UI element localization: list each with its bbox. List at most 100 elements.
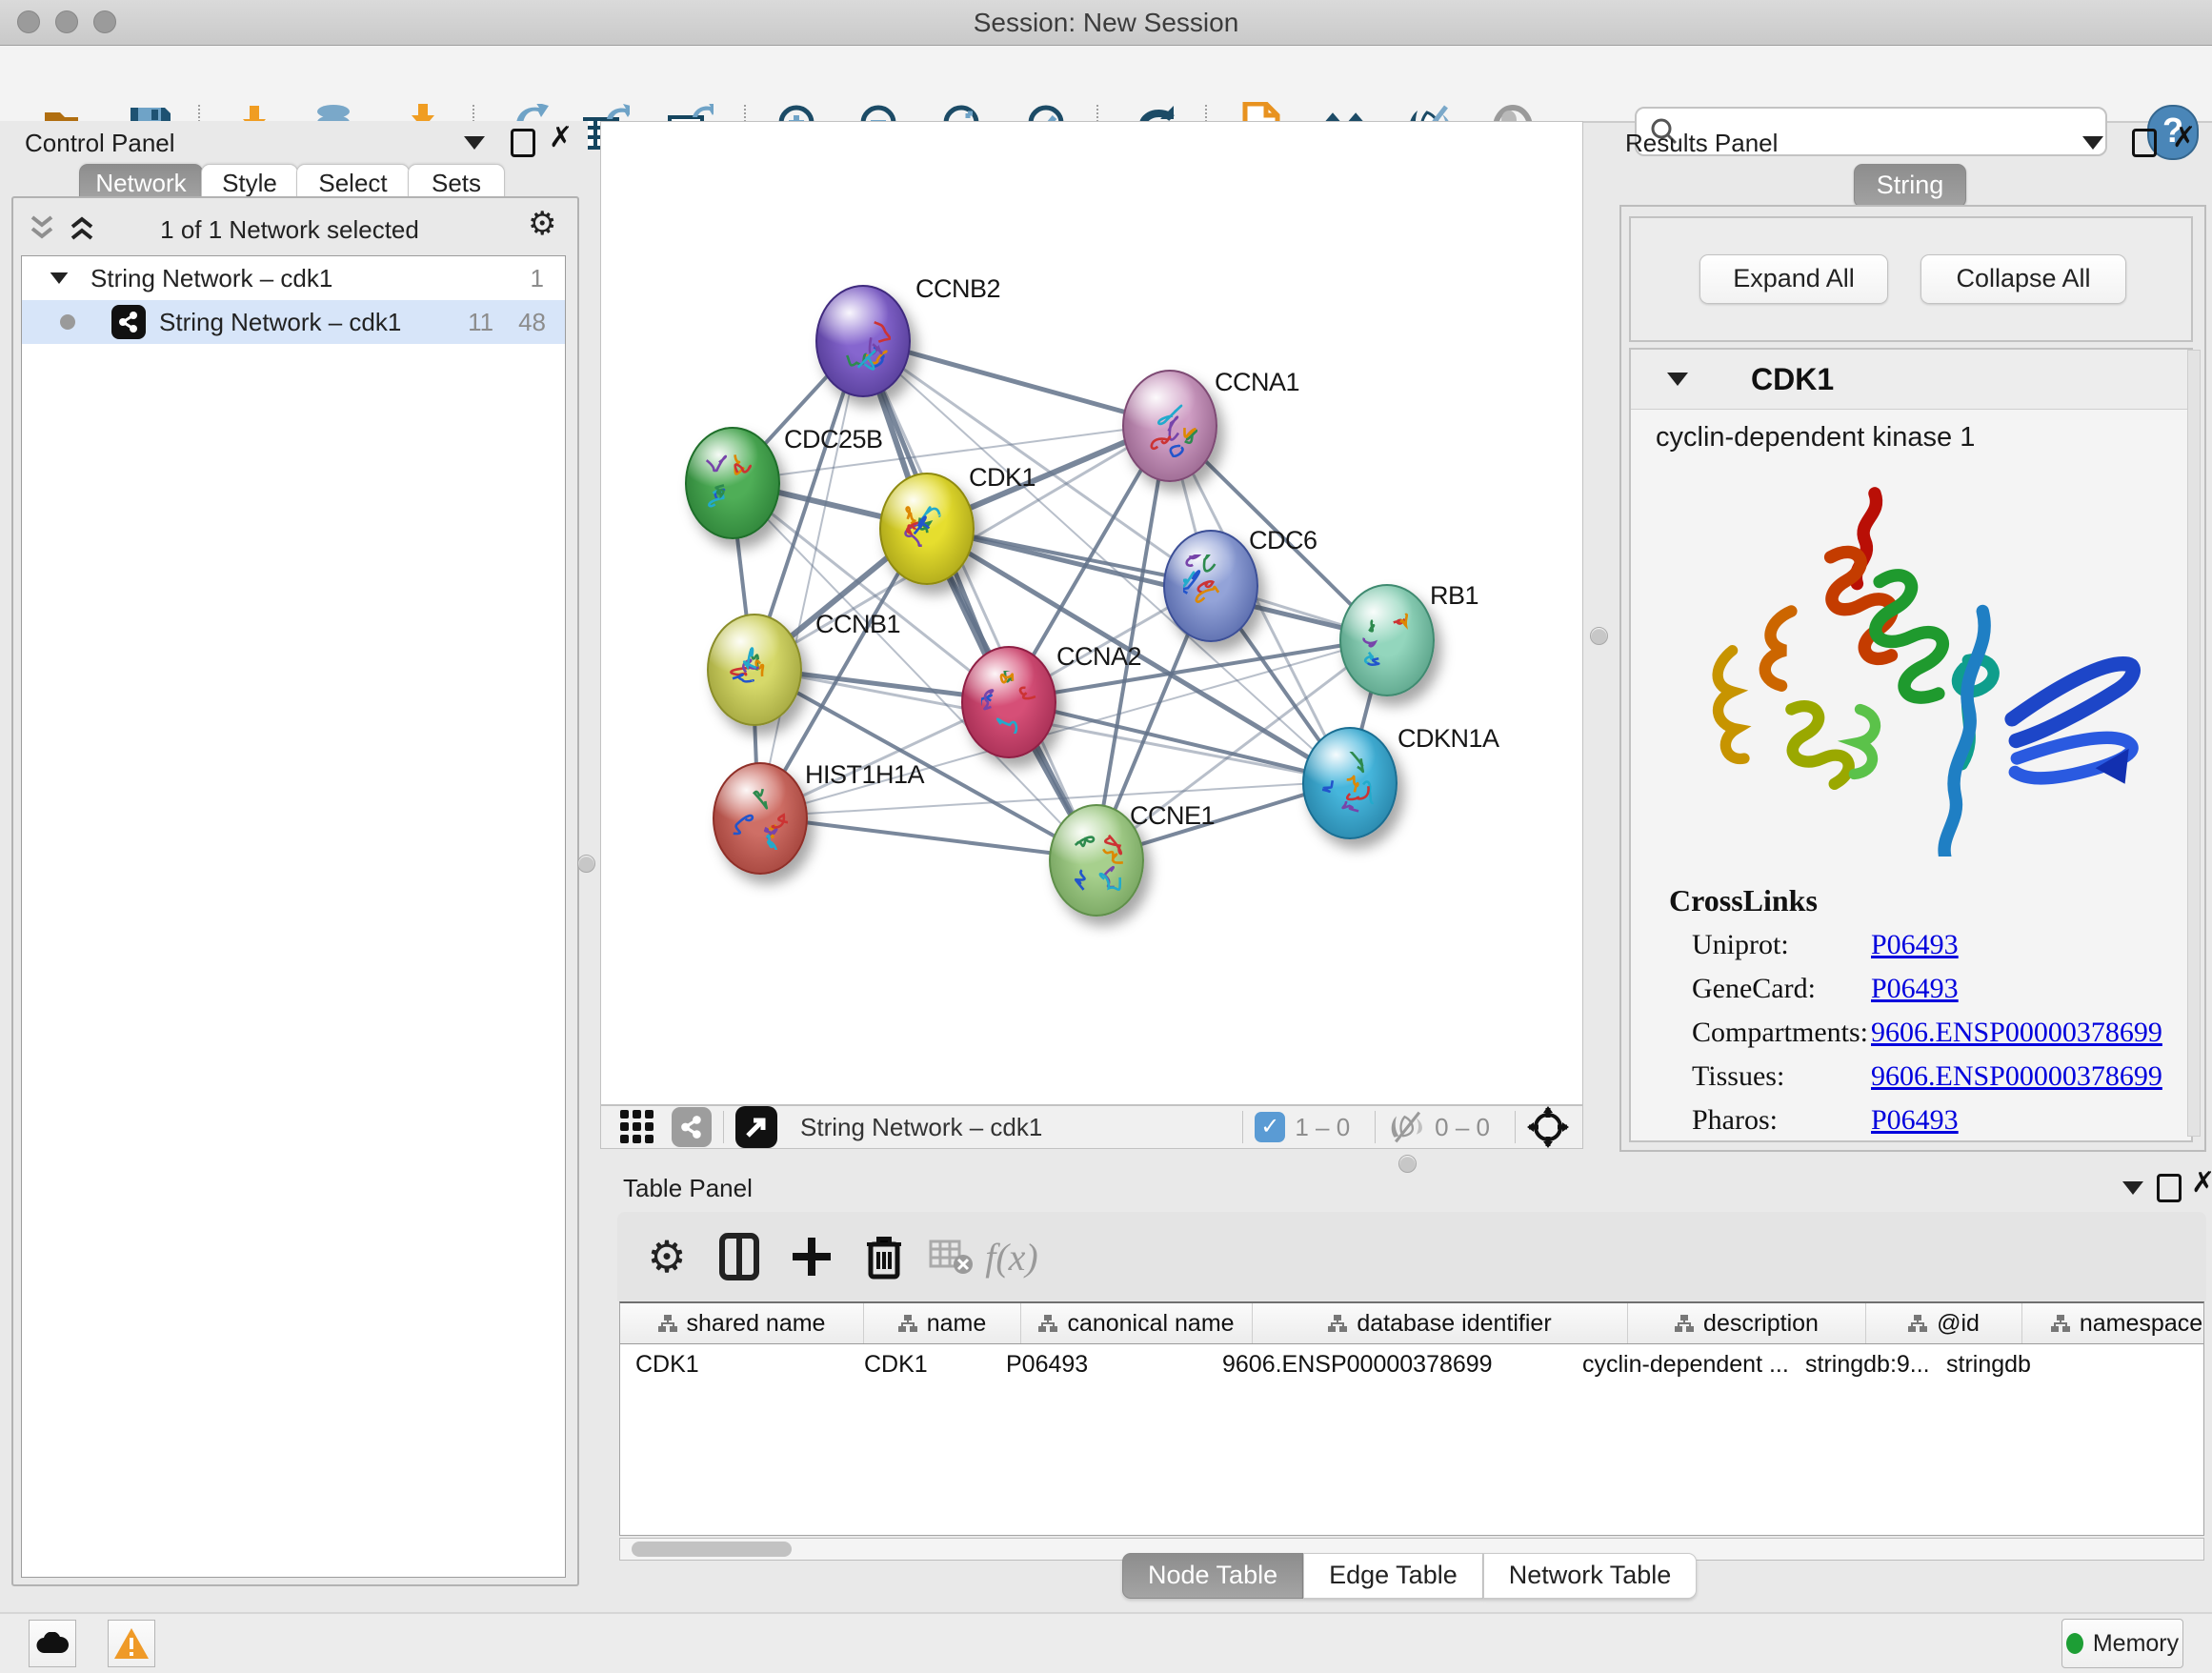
network-node-CDK1[interactable] bbox=[879, 473, 975, 585]
network-edge[interactable] bbox=[758, 816, 1095, 858]
selected-checkbox-icon[interactable]: ✓ bbox=[1255, 1112, 1285, 1142]
network-options-gear-icon[interactable]: ⚙ bbox=[528, 210, 556, 238]
crosslink-compartments-link[interactable]: 9606.ENSP00000378699 bbox=[1871, 1017, 2162, 1049]
network-canvas[interactable]: CCNB2CCNA1CDC25BCDK1CDC6RB1CCNB1CCNA2CDK… bbox=[600, 121, 1583, 1105]
results-scrollbar[interactable] bbox=[2187, 350, 2201, 1137]
memory-button[interactable]: Memory bbox=[2061, 1619, 2183, 1668]
expand-all-button[interactable]: Expand All bbox=[1699, 254, 1888, 304]
table-row[interactable]: CDK1 CDK1 P06493 9606.ENSP00000378699 cy… bbox=[620, 1344, 2203, 1384]
memory-label: Memory bbox=[2093, 1630, 2179, 1658]
protein-thumbnail bbox=[733, 787, 788, 850]
network-row[interactable]: String Network – cdk1 11 48 bbox=[22, 300, 565, 344]
protein-thumbnail bbox=[705, 452, 760, 514]
network-node-CCNB2[interactable] bbox=[815, 285, 911, 397]
node-label-RB1: RB1 bbox=[1430, 581, 1478, 611]
network-selection-status: 1 of 1 Network selected bbox=[118, 215, 461, 245]
crosslink-pharos-link[interactable]: P06493 bbox=[1871, 1104, 1959, 1137]
table-tabs: Node Table Edge Table Network Table bbox=[1122, 1553, 1697, 1599]
panel-close-icon[interactable]: ✗ bbox=[549, 127, 573, 150]
network-share-view-icon[interactable] bbox=[672, 1107, 712, 1147]
column-header[interactable]: database identifier bbox=[1253, 1303, 1628, 1343]
entry-name: CDK1 bbox=[1751, 362, 1834, 397]
panel-float-icon[interactable] bbox=[511, 129, 535, 157]
warnings-button[interactable] bbox=[108, 1620, 155, 1667]
network-node-HIST1H1A[interactable] bbox=[713, 762, 808, 875]
network-collection-row[interactable]: String Network – cdk1 1 bbox=[22, 256, 565, 300]
network-collection-label: String Network – cdk1 bbox=[90, 264, 332, 293]
node-label-CCNB2: CCNB2 bbox=[915, 274, 1000, 304]
entry-description: cyclin-dependent kinase 1 bbox=[1656, 422, 1975, 454]
network-node-CDC6[interactable] bbox=[1163, 530, 1258, 642]
network-edge[interactable] bbox=[1007, 700, 1348, 781]
delete-table-icon[interactable] bbox=[924, 1229, 977, 1284]
node-details-header[interactable]: CDK1 bbox=[1631, 350, 2191, 410]
memory-status-icon bbox=[2066, 1633, 2083, 1654]
birds-eye-view-icon[interactable] bbox=[735, 1106, 777, 1148]
tab-node-table[interactable]: Node Table bbox=[1122, 1553, 1303, 1599]
tree-expand-icon[interactable] bbox=[50, 272, 69, 284]
column-header[interactable]: shared name bbox=[620, 1303, 864, 1343]
node-label-CCNA1: CCNA1 bbox=[1215, 368, 1299, 397]
panel-float-icon[interactable] bbox=[2157, 1174, 2182, 1202]
tab-edge-table[interactable]: Edge Table bbox=[1303, 1553, 1483, 1599]
node-label-CDC6: CDC6 bbox=[1249, 526, 1317, 555]
network-node-CDC25B[interactable] bbox=[685, 427, 780, 539]
protein-thumbnail bbox=[1069, 829, 1124, 892]
panel-menu-icon[interactable] bbox=[2122, 1181, 2143, 1195]
column-header[interactable]: @id bbox=[1866, 1303, 2022, 1343]
panel-close-icon[interactable]: ✗ bbox=[2172, 127, 2196, 150]
column-header[interactable]: canonical name bbox=[1021, 1303, 1253, 1343]
expand-all-icon[interactable] bbox=[69, 215, 99, 242]
crosslink-label: Tissues: bbox=[1692, 1060, 1784, 1093]
results-panel: Results Panel ✗ String Expand All Collap… bbox=[1614, 121, 2212, 1155]
table-settings-gear-icon[interactable]: ⚙ bbox=[640, 1229, 694, 1284]
node-label-HIST1H1A: HIST1H1A bbox=[805, 760, 924, 790]
network-edge[interactable] bbox=[758, 339, 861, 816]
network-node-CCNA2[interactable] bbox=[961, 646, 1056, 758]
protein-thumbnail bbox=[1142, 394, 1197, 457]
network-view-title: String Network – cdk1 bbox=[800, 1113, 1231, 1142]
crosslink-tissues-link[interactable]: 9606.ENSP00000378699 bbox=[1871, 1060, 2162, 1093]
network-list-box: 1 of 1 Network selected ⚙ String Network… bbox=[11, 196, 579, 1586]
crosslink-genecard-link[interactable]: P06493 bbox=[1871, 973, 1959, 1005]
add-column-icon[interactable] bbox=[785, 1229, 838, 1284]
collapse-all-button[interactable]: Collapse All bbox=[1920, 254, 2126, 304]
node-label-CCNA2: CCNA2 bbox=[1056, 642, 1141, 672]
statusbar-separator bbox=[1375, 1111, 1376, 1143]
scrollbar-thumb[interactable] bbox=[632, 1542, 792, 1557]
node-table[interactable]: shared name name canonical name database… bbox=[619, 1301, 2204, 1536]
network-node-CCNA1[interactable] bbox=[1122, 370, 1217, 482]
panel-menu-icon[interactable] bbox=[2082, 136, 2103, 150]
column-header[interactable]: name bbox=[864, 1303, 1021, 1343]
crosslink-label: Pharos: bbox=[1692, 1104, 1778, 1137]
network-node-CCNB1[interactable] bbox=[707, 614, 802, 726]
crosslink-label: Compartments: bbox=[1692, 1017, 1868, 1049]
column-header[interactable]: namespace bbox=[2022, 1303, 2204, 1343]
panel-menu-icon[interactable] bbox=[464, 136, 485, 150]
network-node-CDKN1A[interactable] bbox=[1302, 727, 1398, 839]
protein-thumbnail bbox=[727, 638, 782, 701]
crosslink-label: GeneCard: bbox=[1692, 973, 1816, 1005]
network-node-count: 11 bbox=[468, 308, 493, 337]
network-node-RB1[interactable] bbox=[1339, 584, 1435, 696]
left-splitter-grip[interactable] bbox=[577, 855, 595, 873]
panel-close-icon[interactable]: ✗ bbox=[2191, 1172, 2212, 1195]
grid-view-icon[interactable] bbox=[618, 1108, 656, 1146]
tab-network-table[interactable]: Network Table bbox=[1483, 1553, 1698, 1599]
tab-string[interactable]: String bbox=[1854, 164, 1966, 208]
navigator-crosshair-icon[interactable] bbox=[1527, 1106, 1569, 1148]
column-header[interactable]: description bbox=[1628, 1303, 1866, 1343]
collapse-entry-icon[interactable] bbox=[1667, 373, 1688, 386]
hidden-counts: 0 – 0 bbox=[1435, 1113, 1490, 1142]
control-panel-title: Control Panel bbox=[25, 129, 175, 158]
expand-collapse-box: Expand All Collapse All bbox=[1629, 216, 2193, 342]
delete-column-icon[interactable] bbox=[857, 1229, 911, 1284]
collapse-all-icon[interactable] bbox=[29, 215, 59, 242]
panel-float-icon[interactable] bbox=[2132, 129, 2157, 157]
right-splitter-grip[interactable] bbox=[1590, 627, 1608, 645]
crosslink-uniprot-link[interactable]: P06493 bbox=[1871, 929, 1959, 961]
cloud-button[interactable] bbox=[29, 1620, 76, 1667]
show-columns-icon[interactable] bbox=[713, 1229, 766, 1284]
protein-thumbnail bbox=[835, 310, 891, 373]
function-builder-icon[interactable]: f(x) bbox=[985, 1229, 1038, 1284]
